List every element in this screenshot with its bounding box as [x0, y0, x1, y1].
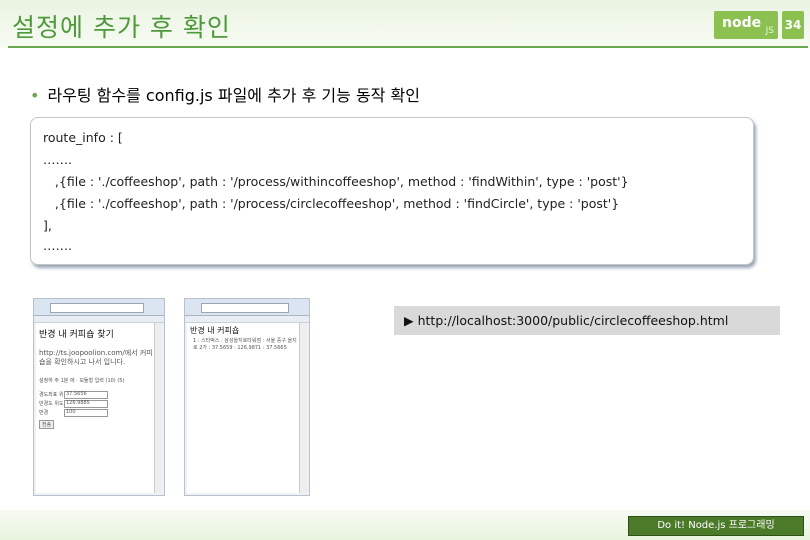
latitude-input[interactable]: 37.5656	[64, 391, 108, 399]
address-bar	[201, 303, 289, 313]
browser-titlebar	[185, 299, 309, 316]
logo-suffix: JS	[765, 26, 774, 36]
screenshot-heading: 반경 내 커피숍 찾기	[39, 330, 114, 340]
code-box: route_info : [ ……. ,{file : './coffeesho…	[30, 117, 754, 265]
play-icon: ▶	[404, 313, 414, 328]
url-note: ▶ http://localhost:3000/public/circlecof…	[404, 313, 728, 328]
browser-content: 반경 내 커피숍 찾기 http://ts.joopoolion.com/에서 …	[36, 323, 162, 493]
address-bar	[50, 303, 144, 313]
bullet-marker: •	[30, 86, 40, 105]
browser-toolbar	[185, 316, 309, 323]
page-number: 34	[782, 11, 804, 39]
browser-titlebar	[34, 299, 164, 316]
scrollbar	[299, 323, 307, 493]
bullet-point: • 라우팅 함수를 config.js 파일에 추가 후 기능 동작 확인	[30, 82, 420, 106]
submit-button[interactable]: 전송	[39, 420, 55, 429]
code-line: …….	[43, 152, 72, 167]
result-item: 1 : 스타벅스 : 삼성을지로타워점 : 서울 중구 을지로 2가 : 37.…	[193, 338, 297, 351]
bullet-text: 라우팅 함수를 config.js 파일에 추가 후 기능 동작 확인	[47, 86, 420, 105]
radius-input[interactable]: 100	[64, 409, 108, 417]
code-line: route_info : [	[43, 130, 123, 145]
slide-title: 설정에 추가 후 확인	[12, 13, 231, 42]
nodejs-logo: node JS	[714, 11, 778, 39]
title-divider	[8, 46, 808, 48]
longitude-input[interactable]: 126.9885	[64, 400, 108, 408]
scrollbar	[154, 323, 162, 493]
field-label: 반경	[39, 410, 49, 416]
screenshot-description: http://ts.joopoolion.com/에서 커피숍을 확인하시고 나…	[39, 349, 153, 366]
browser-screenshot-search: 반경 내 커피숍 찾기 http://ts.joopoolion.com/에서 …	[33, 298, 165, 496]
field-label: 반경도 위도	[39, 401, 64, 407]
code-line: ],	[43, 218, 52, 233]
screenshot-heading: 반경 내 커피숍	[190, 326, 240, 335]
code-line: …….	[43, 238, 72, 253]
footer-badge: Do it! Node.js 프로그래밍	[628, 516, 804, 536]
browser-content: 반경 내 커피숍 1 : 스타벅스 : 삼성을지로타워점 : 서울 중구 을지로…	[187, 323, 307, 493]
url-note-box: ▶ http://localhost:3000/public/circlecof…	[394, 306, 780, 335]
logo-text: node	[722, 15, 762, 31]
screenshot-note: 설정하 주 1분 에 · 모듈형 입력 (10) (5)	[39, 378, 125, 384]
url-text: http://localhost:3000/public/circlecoffe…	[417, 313, 729, 328]
code-line: ,{file : './coffeeshop', path : '/proces…	[43, 196, 620, 211]
browser-toolbar	[34, 316, 164, 323]
code-line: ,{file : './coffeeshop', path : '/proces…	[43, 174, 629, 189]
browser-screenshot-result: 반경 내 커피숍 1 : 스타벅스 : 삼성을지로타워점 : 서울 중구 을지로…	[184, 298, 310, 496]
